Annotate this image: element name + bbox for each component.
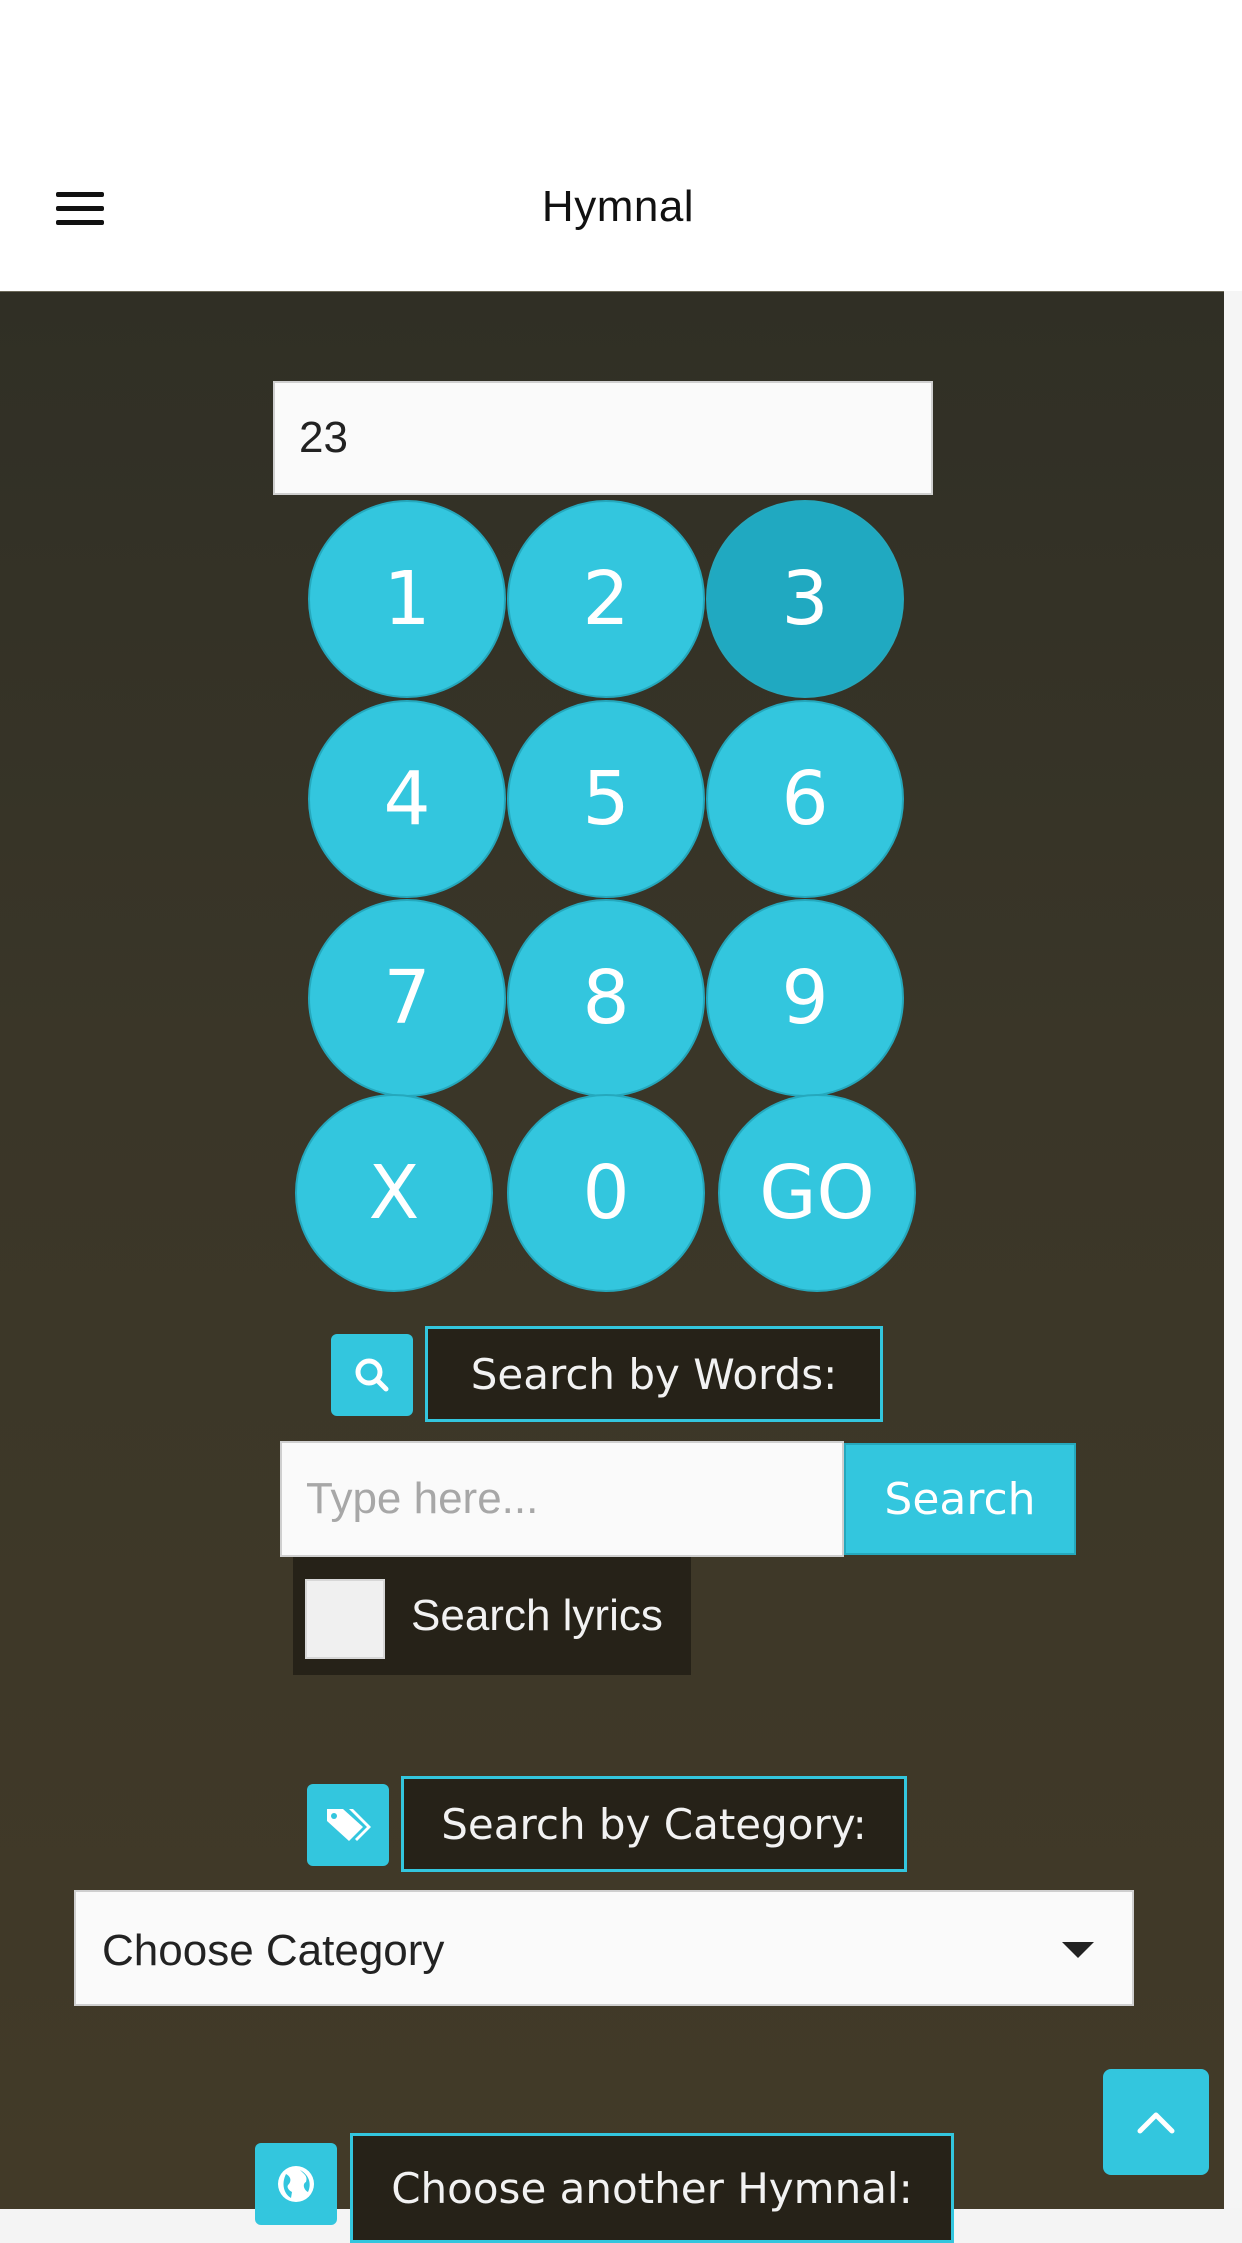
go-button[interactable]: GO [718,1094,916,1292]
category-select-value: Choose Category [102,1926,445,1975]
search-button[interactable]: Search [844,1443,1076,1555]
key-clear[interactable]: X [295,1094,493,1292]
globe-icon[interactable] [255,2143,337,2225]
search-by-words-heading: Search by Words: [425,1326,883,1422]
search-lyrics-label[interactable]: Search lyrics [411,1591,663,1641]
top-bar: Hymnal [0,0,1242,291]
search-lyrics-option: Search lyrics [293,1557,691,1675]
key-2[interactable]: 2 [507,500,705,698]
search-icon[interactable] [331,1334,413,1416]
category-select[interactable]: Choose Category [74,1890,1134,2006]
key-8[interactable]: 8 [507,899,705,1097]
key-5[interactable]: 5 [507,700,705,898]
app-title: Hymnal [541,182,695,231]
key-3[interactable]: 3 [706,500,904,698]
scrollbar-track[interactable] [1224,291,1242,2208]
key-6[interactable]: 6 [706,700,904,898]
key-1[interactable]: 1 [308,500,506,698]
search-words-input[interactable] [280,1441,844,1557]
chevron-up-icon [1137,2112,1175,2134]
key-4[interactable]: 4 [308,700,506,898]
search-by-category-heading: Search by Category: [401,1776,907,1872]
dropdown-arrow-icon [1062,1942,1094,1958]
key-9[interactable]: 9 [706,899,904,1097]
key-0[interactable]: 0 [507,1094,705,1292]
choose-another-hymnal-heading: Choose another Hymnal: [350,2133,954,2243]
tags-icon[interactable] [307,1784,389,1866]
search-lyrics-checkbox[interactable] [305,1579,385,1659]
key-7[interactable]: 7 [308,899,506,1097]
hymn-number-field[interactable] [273,381,933,495]
scroll-to-top-button[interactable] [1103,2069,1209,2175]
